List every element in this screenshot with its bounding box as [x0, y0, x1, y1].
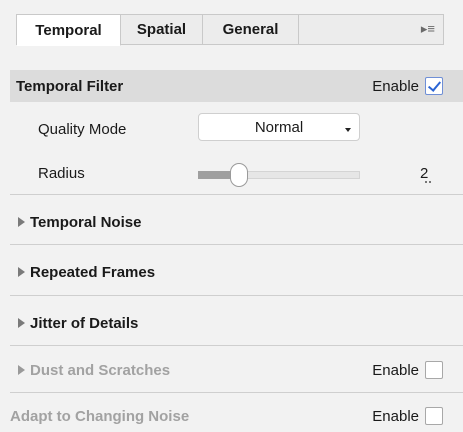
tab-temporal[interactable]: Temporal	[17, 15, 121, 46]
disclosure-triangle-icon	[18, 365, 25, 375]
disclosure-triangle-icon	[18, 318, 25, 328]
radius-value[interactable]: 2	[420, 165, 428, 182]
tab-spatial[interactable]: Spatial	[121, 15, 203, 44]
chevron-down-icon	[345, 128, 351, 134]
disclosure-triangle-icon	[18, 267, 25, 277]
panel-menu-icon[interactable]: ▸≡	[421, 21, 435, 37]
section-repeated-frames[interactable]: Repeated Frames	[10, 256, 463, 288]
divider	[10, 295, 463, 296]
temporal-filter-header: Temporal Filter Enable	[10, 70, 463, 102]
enable-label: Enable	[372, 361, 419, 379]
section-jitter-of-details[interactable]: Jitter of Details	[10, 307, 463, 339]
temporal-noise-panel: Temporal Spatial General ▸≡ Temporal Fil…	[0, 0, 463, 432]
section-dust-and-scratches[interactable]: Dust and Scratches Enable	[10, 354, 463, 386]
adapt-title: Adapt to Changing Noise	[10, 407, 190, 425]
radius-slider[interactable]	[198, 163, 360, 187]
temporal-filter-title: Temporal Filter	[16, 77, 124, 95]
temporal-filter-enable-checkbox[interactable]	[425, 77, 443, 95]
adapt-enable-checkbox[interactable]	[425, 407, 443, 425]
divider	[10, 345, 463, 346]
section-title: Temporal Noise	[30, 213, 142, 231]
section-title: Jitter of Details	[30, 314, 139, 332]
divider	[10, 244, 463, 245]
adapt-enable: Enable	[372, 407, 443, 425]
dust-scratches-enable-checkbox[interactable]	[425, 361, 443, 379]
adapt-to-changing-noise: Adapt to Changing Noise Enable	[10, 400, 463, 432]
radius-label: Radius	[38, 165, 85, 182]
panel-content: Temporal Filter Enable Quality Mode Norm…	[0, 60, 463, 432]
quality-mode-select[interactable]: Normal	[198, 113, 360, 141]
divider	[10, 194, 463, 195]
section-title: Dust and Scratches	[30, 361, 171, 379]
enable-label: Enable	[372, 77, 419, 95]
section-title: Repeated Frames	[30, 263, 156, 281]
quality-mode-label: Quality Mode	[38, 121, 127, 138]
dust-scratches-enable: Enable	[372, 361, 443, 379]
divider	[10, 392, 463, 393]
temporal-filter-enable: Enable	[372, 77, 443, 95]
disclosure-triangle-icon	[18, 217, 25, 227]
tab-bar: Temporal Spatial General ▸≡	[16, 14, 444, 46]
quality-mode-value: Normal	[254, 118, 304, 136]
enable-label: Enable	[372, 407, 419, 425]
tab-general[interactable]: General	[203, 15, 299, 44]
radius-value-handle-icon[interactable]	[425, 181, 431, 185]
slider-thumb[interactable]	[229, 163, 248, 187]
section-temporal-noise[interactable]: Temporal Noise	[10, 206, 463, 238]
